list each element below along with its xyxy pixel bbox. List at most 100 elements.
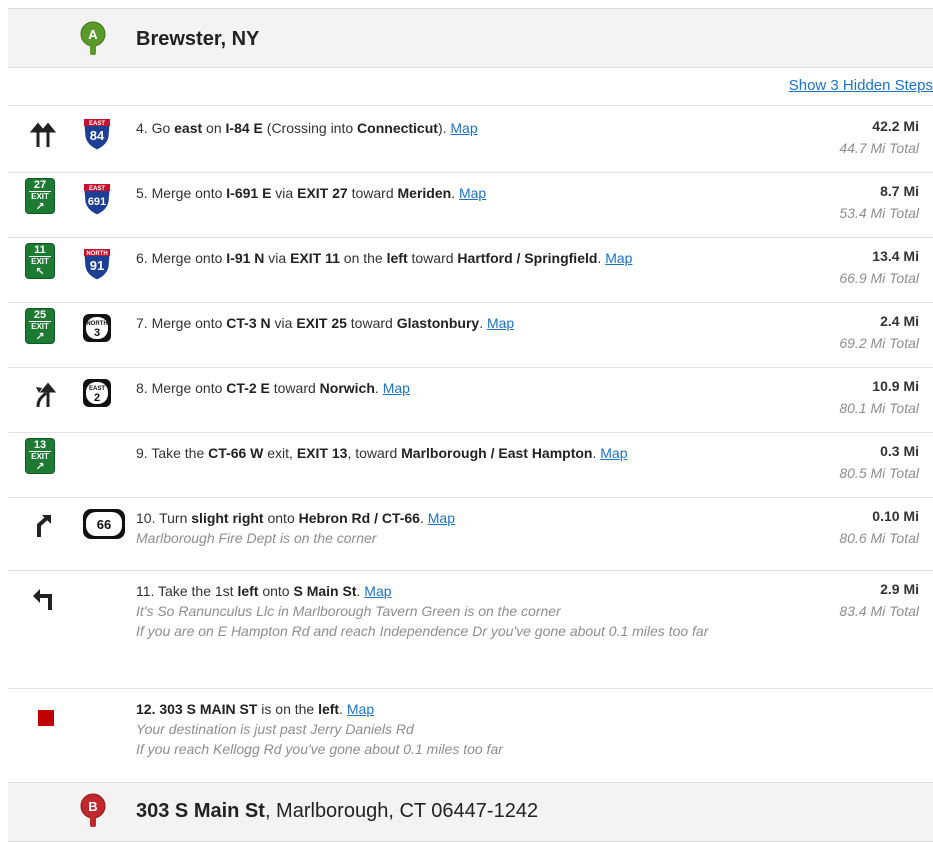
instruction-text: onto xyxy=(263,510,299,526)
step-note: It's So Ranunculus Llc in Marlborough Ta… xyxy=(136,603,561,619)
svg-text:2: 2 xyxy=(94,392,100,404)
interstate-shield-icon: EAST84 xyxy=(83,118,111,151)
instruction-text: . xyxy=(419,510,428,526)
instruction-text: is on the xyxy=(257,701,319,717)
step-distance: 2.4 Mi xyxy=(880,313,919,329)
exit-arrow-icon: ↖ xyxy=(35,266,45,278)
step-map-link[interactable]: Map xyxy=(383,380,410,396)
step-instruction: 10. Turn slight right onto Hebron Rd / C… xyxy=(136,508,786,548)
step-instruction: 8. Merge onto CT-2 E toward Norwich. Map xyxy=(136,378,786,398)
instruction-text: ). xyxy=(437,120,451,136)
step-instruction-line: 10. Turn slight right onto Hebron Rd / C… xyxy=(136,508,786,528)
step-distance: 8.7 Mi xyxy=(880,183,919,199)
step-map-link[interactable]: Map xyxy=(459,185,486,201)
step-total-distance: 53.4 Mi Total xyxy=(839,205,919,221)
step-distance: 10.9 Mi xyxy=(872,378,919,394)
step-note: If you are on E Hampton Rd and reach Ind… xyxy=(136,623,709,639)
instruction-emphasis: left xyxy=(386,250,408,266)
instruction-text: . xyxy=(479,315,487,331)
instruction-text: toward xyxy=(407,250,458,266)
step-instruction: 4. Go east on I-84 E (Crossing into Conn… xyxy=(136,118,786,138)
state-route-shield-icon: NORTH3 xyxy=(83,314,111,342)
end-location-street: 303 S Main St xyxy=(136,800,265,822)
instruction-emphasis: 12. 303 S MAIN ST xyxy=(136,701,258,717)
instruction-text: 8. Merge onto xyxy=(136,380,227,396)
step-total-distance: 44.7 Mi Total xyxy=(839,140,919,156)
end-location-header: B 303 S Main St, Marlborough, CT 06447-1… xyxy=(8,782,933,842)
step-map-link[interactable]: Map xyxy=(605,250,632,266)
svg-text:66: 66 xyxy=(97,517,111,532)
instruction-emphasis: Connecticut xyxy=(357,120,438,136)
exit-number: 27 xyxy=(29,179,51,192)
svg-text:3: 3 xyxy=(94,327,100,339)
instruction-text: onto xyxy=(258,583,294,599)
instruction-text: 11. Take the 1st xyxy=(136,583,238,599)
instruction-emphasis: I-691 E xyxy=(226,185,272,201)
step-map-link[interactable]: Map xyxy=(364,583,391,599)
step-instruction-line: 12. 303 S MAIN ST is on the left. Map xyxy=(136,699,786,719)
direction-step xyxy=(8,107,933,172)
svg-text:NORTH: NORTH xyxy=(86,251,107,257)
svg-text:84: 84 xyxy=(90,128,105,143)
instruction-emphasis: CT-66 W xyxy=(208,445,264,461)
direction-step xyxy=(8,172,933,237)
step-map-link[interactable]: Map xyxy=(600,445,627,461)
step-instruction-line: 4. Go east on I-84 E (Crossing into Conn… xyxy=(136,118,786,138)
instruction-emphasis: Norwich xyxy=(319,380,375,396)
show-hidden-steps-link[interactable]: Show 3 Hidden Steps xyxy=(789,77,933,94)
step-total-distance: 66.9 Mi Total xyxy=(839,270,919,286)
step-instruction: 12. 303 S MAIN ST is on the left. Map You… xyxy=(136,699,786,759)
turn-left-icon xyxy=(33,589,52,610)
instruction-emphasis: CT-2 E xyxy=(226,380,270,396)
instruction-text: 4. Go xyxy=(136,120,175,136)
step-map-link[interactable]: Map xyxy=(450,120,477,136)
exit-number: 11 xyxy=(29,244,51,257)
start-location-title: Brewster, NY xyxy=(136,28,260,50)
step-total-distance: 80.5 Mi Total xyxy=(839,465,919,481)
instruction-text: on the xyxy=(339,250,387,266)
exit-sign-icon: 13 EXIT ↗ xyxy=(26,439,54,473)
instruction-text: 9. Take the xyxy=(136,445,209,461)
step-instruction-line: 5. Merge onto I-691 E via EXIT 27 toward… xyxy=(136,183,786,203)
straight-icon xyxy=(30,122,57,147)
direction-step xyxy=(8,302,933,367)
end-location-city: , Marlborough, CT 06447-1242 xyxy=(264,800,539,822)
start-location-header: A Brewster, NY xyxy=(8,8,933,68)
svg-text:EAST: EAST xyxy=(89,121,105,127)
instruction-text: on xyxy=(202,120,226,136)
exit-number: 25 xyxy=(29,309,51,322)
exit-sign-icon: 25 EXIT ↗ xyxy=(26,309,54,343)
step-distance: 0.3 Mi xyxy=(880,443,919,459)
instruction-emphasis: EXIT 25 xyxy=(296,315,347,331)
instruction-emphasis: EXIT 11 xyxy=(290,250,340,266)
instruction-text: . xyxy=(374,380,383,396)
step-instruction: 7. Merge onto CT-3 N via EXIT 25 toward … xyxy=(136,313,786,333)
instruction-emphasis: Marlborough / East Hampton xyxy=(401,445,593,461)
step-total-distance: 80.1 Mi Total xyxy=(839,400,919,416)
step-instruction-line: 8. Merge onto CT-2 E toward Norwich. Map xyxy=(136,378,786,398)
marker-b-label: B xyxy=(88,799,97,814)
step-map-link[interactable]: Map xyxy=(428,510,455,526)
step-distance: 2.9 Mi xyxy=(880,581,919,597)
step-total-distance: 80.6 Mi Total xyxy=(839,530,919,546)
slight-right-icon xyxy=(37,515,51,537)
exit-arrow-icon: ↗ xyxy=(35,201,45,213)
interstate-shield-icon: NORTH91 xyxy=(83,248,111,281)
step-instruction-line: 9. Take the CT-66 W exit, EXIT 13, towar… xyxy=(136,443,786,463)
step-instruction-line: 11. Take the 1st left onto S Main St. Ma… xyxy=(136,581,786,601)
instruction-text: 10. Turn xyxy=(136,510,192,526)
end-location-title: 303 S Main St, Marlborough, CT 06447-124… xyxy=(136,800,538,823)
step-map-link[interactable]: Map xyxy=(347,701,374,717)
instruction-emphasis: slight right xyxy=(191,510,264,526)
instruction-text: 5. Merge onto xyxy=(136,185,227,201)
step-instruction-line: 7. Merge onto CT-3 N via EXIT 25 toward … xyxy=(136,313,786,333)
step-map-link[interactable]: Map xyxy=(487,315,514,331)
instruction-text: toward xyxy=(347,185,398,201)
exit-arrow-icon: ↗ xyxy=(35,331,45,343)
marker-a-label: A xyxy=(88,27,98,42)
direction-step xyxy=(8,432,933,497)
instruction-text: 6. Merge onto xyxy=(136,250,227,266)
merge-icon xyxy=(36,382,57,408)
instruction-text: via xyxy=(264,250,291,266)
step-distance: 42.2 Mi xyxy=(872,118,919,134)
